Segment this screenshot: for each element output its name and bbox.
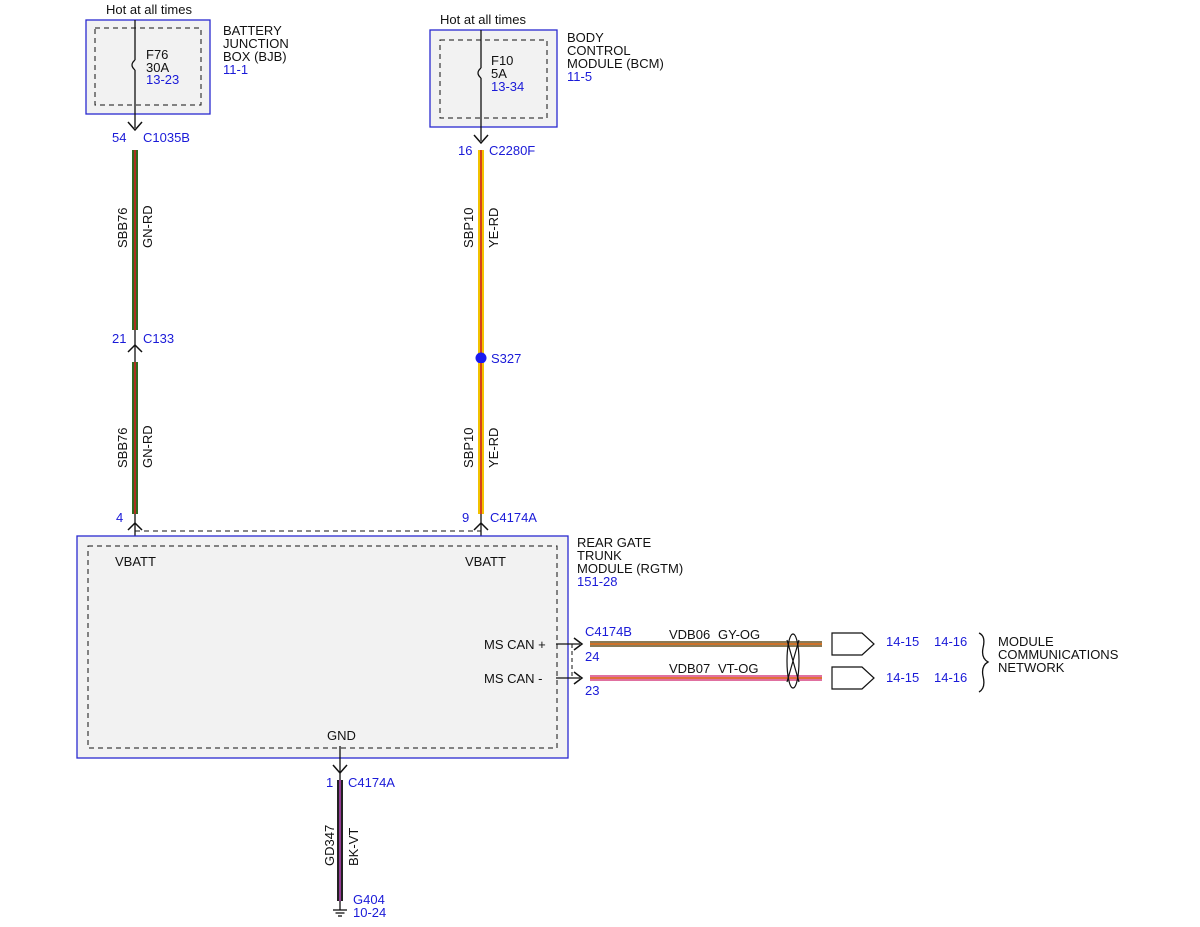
right-connector-bottom[interactable]: C4174A [490,510,537,525]
right-circuit-sbp10: 16 C2280F SBP10 YE-RD S327 SBP10 YE-RD 9… [458,134,537,546]
ground-ref-link[interactable]: 10-24 [353,905,386,920]
network-name-line3: NETWORK [998,660,1065,675]
battery-junction-box: Hot at all times F76 30A 13-23 BATTERY J… [85,2,289,128]
right-circuit-label-upper: SBP10 [461,208,476,248]
ground-wire [337,780,343,901]
can-minus-circuit: VDB07 [669,661,710,676]
right-splice-label[interactable]: S327 [491,351,521,366]
left-circuit-sbb76: 54 C1035B SBB76 GN-RD 21 C133 SBB76 GN-R… [112,121,190,546]
can-minus-color: VT-OG [718,661,758,676]
left-color-label-upper: GN-RD [140,205,155,248]
bcm-ref-link[interactable]: 11-5 [567,69,592,84]
body-control-module: Hot at all times F10 5A 13-34 BODY CONTR… [429,12,664,141]
can-plus-circuit: VDB06 [669,627,710,642]
right-pin-bottom: 9 [462,510,469,525]
can-plus-ref2-link[interactable]: 14-16 [934,634,967,649]
left-color-label-lower: GN-RD [140,425,155,468]
right-color-label-lower: YE-RD [486,428,501,468]
can-plus-ref1-link[interactable]: 14-15 [886,634,919,649]
can-pin-plus: 24 [585,649,599,664]
can-minus-terminal-icon [831,666,875,690]
right-connector-top[interactable]: C2280F [489,143,535,158]
right-wire-lower [478,363,484,514]
can-pin-minus: 23 [585,683,599,698]
bjb-hot-label: Hot at all times [106,2,192,17]
rgtm-ms-can-minus: MS CAN - [484,671,543,686]
ground-circuit-label: GD347 [322,825,337,866]
can-plus-terminal-icon [831,632,875,656]
rgtm-gnd: GND [327,728,356,743]
ground-color-label: BK-VT [346,828,361,866]
left-connector-mid[interactable]: C133 [143,331,174,346]
right-color-label-upper: YE-RD [486,208,501,248]
bcm-hot-label: Hot at all times [440,12,526,27]
bcm-fuse-ref-link[interactable]: 13-34 [491,79,524,94]
wiring-diagram: Hot at all times F76 30A 13-23 BATTERY J… [76,2,1119,920]
can-plus-color: GY-OG [718,627,760,642]
right-circuit-label-lower: SBP10 [461,428,476,468]
left-connector-top[interactable]: C1035B [143,130,190,145]
can-connector[interactable]: C4174B [585,624,632,639]
rgtm-ms-can-plus: MS CAN + [484,637,546,652]
bjb-fuse-ref-link[interactable]: 13-23 [146,72,179,87]
right-wire-upper [478,150,484,355]
brace-icon [978,632,990,693]
splice-dot [475,352,487,364]
left-pin-bottom: 4 [116,510,123,525]
rgtm-ref-link[interactable]: 151-28 [577,574,617,589]
bjb-ref-link[interactable]: 11-1 [223,62,248,77]
ground-pin: 1 [326,775,333,790]
rgtm-vbatt-right: VBATT [465,554,506,569]
ground-circuit: 1 C4174A GD347 BK-VT G404 10-24 [322,746,395,920]
can-minus-ref1-link[interactable]: 14-15 [886,670,919,685]
can-minus-ref2-link[interactable]: 14-16 [934,670,967,685]
left-pin-top: 54 [112,130,126,145]
right-pin-top: 16 [458,143,472,158]
left-wire-lower [132,362,138,514]
left-circuit-label-lower: SBB76 [115,428,130,468]
left-wire-upper [132,150,138,330]
ground-symbol-icon [333,909,347,917]
left-circuit-label-upper: SBB76 [115,208,130,248]
rgtm-vbatt-left: VBATT [115,554,156,569]
ground-connector[interactable]: C4174A [348,775,395,790]
ms-can-bus: C4174B 24 23 VDB06 GY-OG VDB07 VT-OG 14-… [556,624,1119,698]
left-pin-mid: 21 [112,331,126,346]
